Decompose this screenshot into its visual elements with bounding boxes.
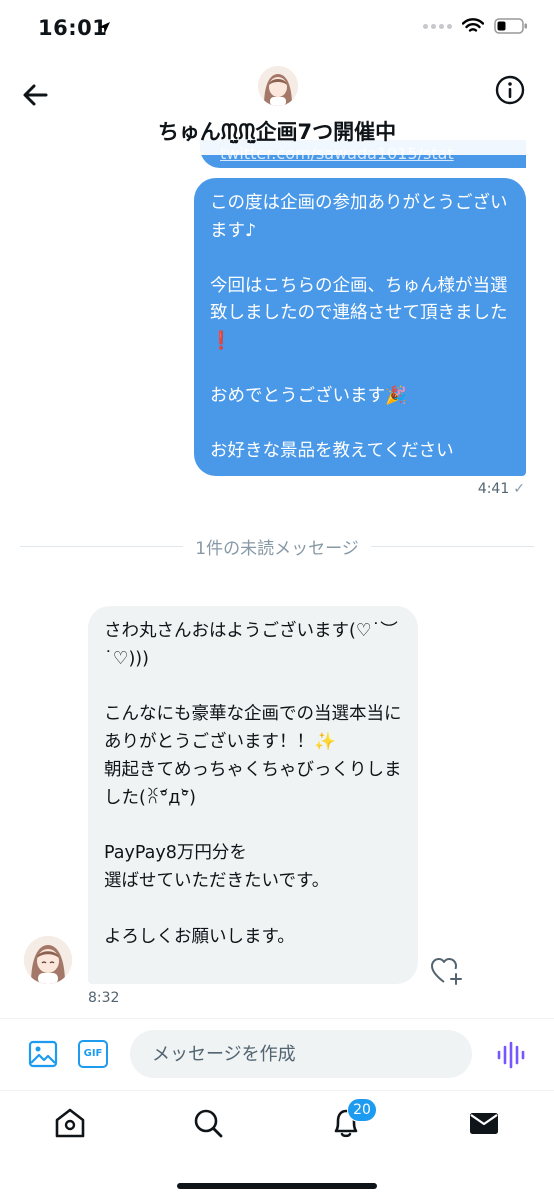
message-composer: GIF [0,1018,554,1091]
arrow-left-icon[interactable] [18,78,52,112]
incoming-message-bubble[interactable]: さわ丸さんおはようございます(♡˙︶˙♡))) こんなにも豪華な企画での当選本当… [88,606,418,984]
envelope-icon[interactable] [466,1105,502,1141]
incoming-message-time: 8:32 [88,990,120,1006]
avatar-illustration [258,66,298,106]
search-icon[interactable] [190,1105,226,1141]
home-indicator [177,1183,377,1189]
heart-plus-icon[interactable] [430,956,462,986]
page-title: ちゅんᙏ̤̫ᙏ̤̫企画7つ開催中 [157,120,397,144]
signal-icon [423,23,452,29]
voice-wave-icon[interactable] [496,1041,526,1069]
status-bar: 16:01 [0,0,554,60]
outgoing-message-meta: 4:41 ✓ [478,481,525,497]
unread-divider-label: 1件の未読メッセージ [183,539,371,559]
sender-avatar[interactable] [24,936,72,984]
outgoing-message-time: 4:41 [477,481,510,497]
message-input[interactable] [130,1030,472,1078]
unread-divider: 1件の未読メッセージ [20,534,534,559]
status-indicators [423,18,528,34]
info-icon[interactable] [494,74,526,106]
notifications-badge: 20 [347,1098,377,1122]
battery-icon [494,18,527,34]
conversation-header: ちゅんᙏ̤̫ᙏ̤̫企画7つ開催中 [0,60,554,155]
gif-button[interactable]: GIF [78,1040,108,1068]
image-icon[interactable] [28,1039,58,1069]
outgoing-message-bubble[interactable]: この度は企画の参加ありがとうございます♪ 今回はこちらの企画、ちゅん様が当選致し… [194,178,526,476]
avatar[interactable] [258,66,298,106]
sent-check-icon: ✓ [513,481,525,497]
home-icon[interactable] [52,1105,88,1141]
wifi-icon [462,18,484,32]
avatar-illustration [24,936,72,984]
location-arrow-icon [98,22,110,34]
